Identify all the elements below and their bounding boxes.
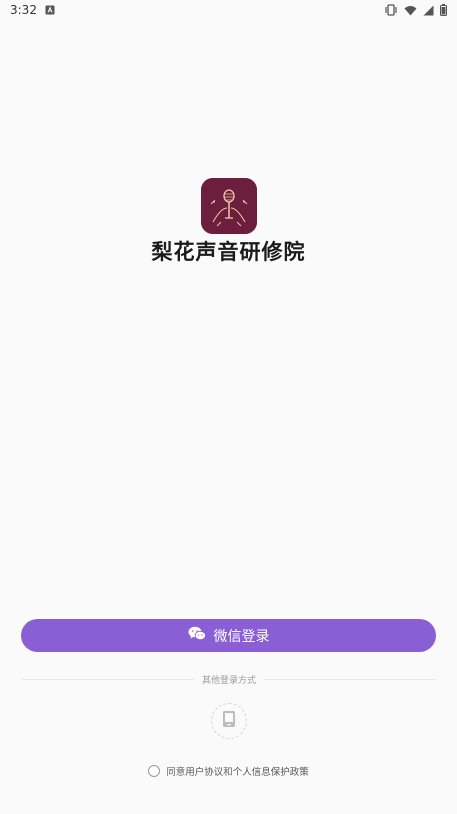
user-agreement-link[interactable]: 用户协议 <box>185 767 223 778</box>
agreement-checkbox[interactable] <box>148 765 161 777</box>
phone-icon <box>222 710 236 732</box>
signal-icon <box>423 5 434 16</box>
privacy-policy-link[interactable]: 个人信息保护政策 <box>233 767 309 778</box>
status-right <box>384 4 447 16</box>
divider-line-right <box>264 678 437 680</box>
agreement-row: 同意用户协议和个人信息保护政策 <box>0 763 457 779</box>
wechat-login-label: 微信登录 <box>213 628 270 645</box>
app-name: 梨花声音研修院 <box>151 239 306 264</box>
other-login-divider: 其他登录方式 <box>22 672 437 686</box>
other-login-label: 其他登录方式 <box>202 675 257 686</box>
battery-icon <box>440 4 447 16</box>
wechat-login-button[interactable]: 微信登录 <box>21 619 436 652</box>
agreement-conjunction: 和 <box>223 767 233 778</box>
vibrate-icon <box>384 4 398 16</box>
wifi-icon <box>404 5 417 16</box>
divider-line-left <box>22 678 194 680</box>
wechat-icon <box>188 626 206 645</box>
agreement-prefix: 同意 <box>166 767 186 778</box>
microphone-logo-icon <box>201 178 257 234</box>
notification-a-icon <box>45 5 55 15</box>
phone-login-button[interactable] <box>211 703 247 739</box>
status-left: 3:32 <box>10 3 55 17</box>
app-logo <box>201 178 257 234</box>
status-time: 3:32 <box>10 3 37 17</box>
status-bar: 3:32 <box>0 0 457 20</box>
